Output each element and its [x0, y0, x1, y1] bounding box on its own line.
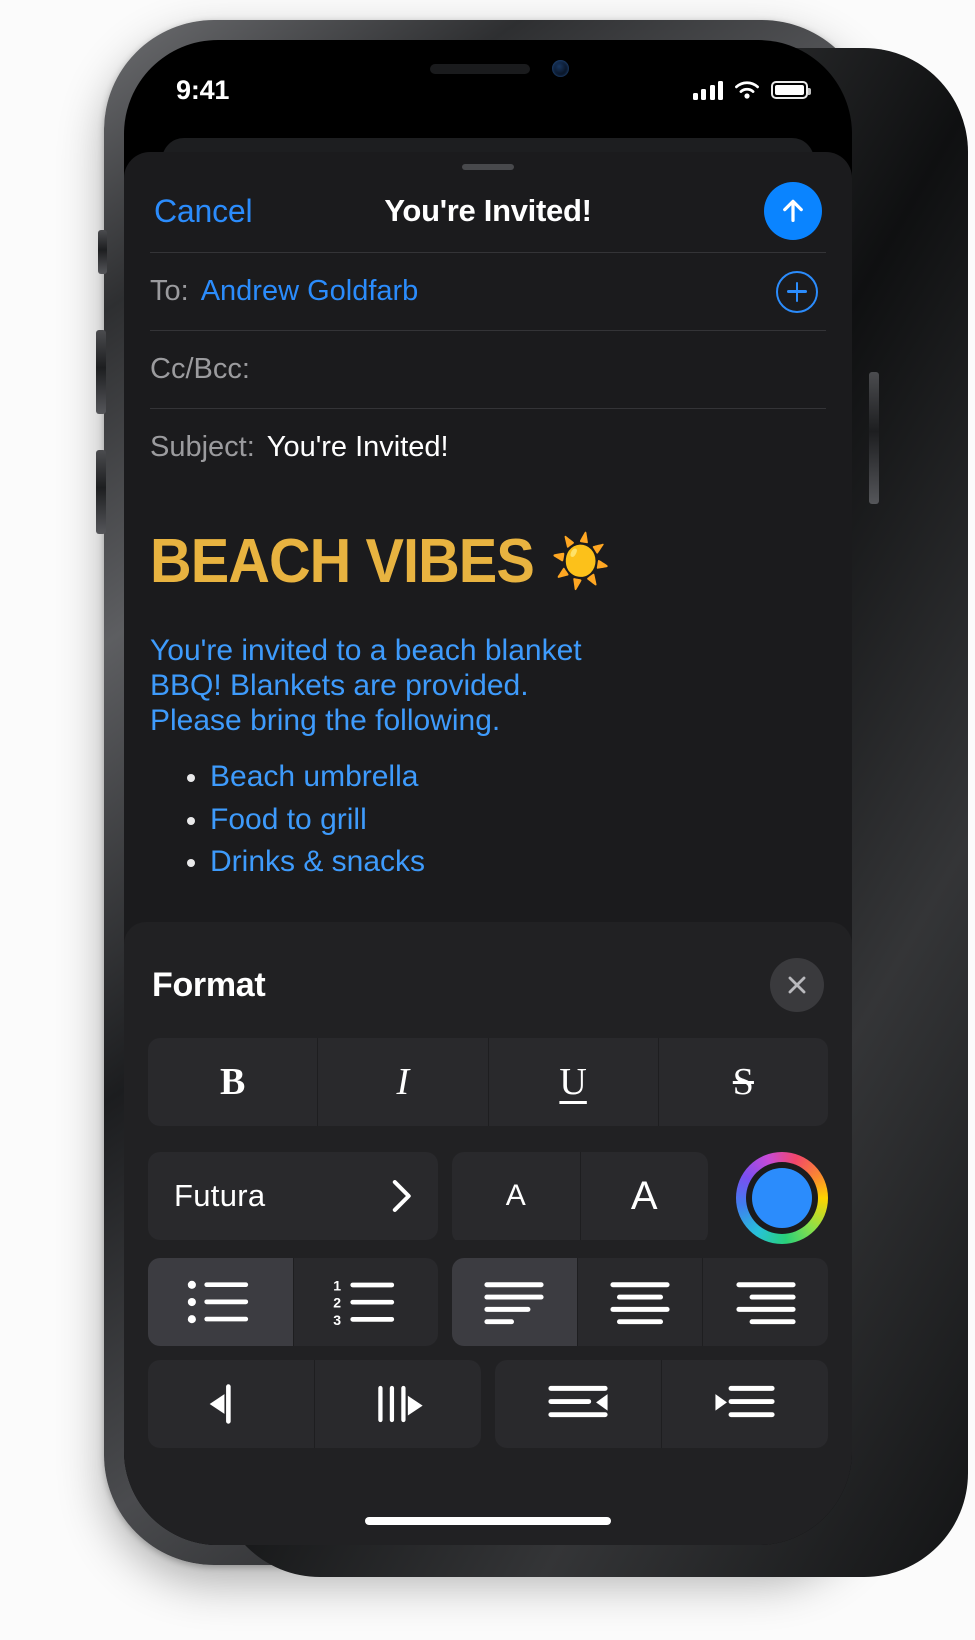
list-item: Drinks & snacks	[210, 845, 826, 880]
cc-bcc-label: Cc/Bcc:	[150, 353, 250, 385]
header-fields: To: Andrew Goldfarb Cc/Bcc: Subject: You…	[124, 252, 852, 486]
mail-body[interactable]: BEACH VIBES ☀️ You're invited to a beach…	[124, 486, 852, 880]
indent-segment	[495, 1360, 828, 1448]
body-paragraph: You're invited to a beach blanket BBQ! B…	[150, 634, 582, 738]
increase-font-size-button[interactable]: A	[579, 1152, 708, 1240]
home-indicator[interactable]	[365, 1517, 611, 1525]
subject-field-row[interactable]: Subject: You're Invited!	[150, 408, 826, 486]
writing-direction-button[interactable]	[314, 1360, 481, 1448]
power-button[interactable]	[869, 372, 879, 504]
align-left-button[interactable]	[452, 1258, 577, 1346]
color-wheel-icon[interactable]	[736, 1152, 828, 1244]
small-a-icon: A	[505, 1179, 526, 1212]
increase-indent-icon	[715, 1385, 775, 1418]
list-and-align-row: 1 2 3	[148, 1258, 828, 1346]
indent-row	[148, 1360, 828, 1448]
align-center-icon	[610, 1282, 670, 1325]
writing-direction-icon	[378, 1385, 423, 1423]
to-field-row[interactable]: To: Andrew Goldfarb	[150, 252, 826, 330]
bold-icon: B	[219, 1061, 246, 1103]
subject-value[interactable]: You're Invited!	[267, 431, 449, 464]
underline-icon: U	[559, 1061, 587, 1103]
compose-sheet: Cancel You're Invited! To: Andrew Goldfa…	[124, 152, 852, 1545]
outdent-segment	[148, 1360, 481, 1448]
font-name-label: Futura	[174, 1178, 266, 1213]
status-time: 9:41	[176, 74, 230, 105]
body-headline: BEACH VIBES ☀️	[150, 526, 779, 597]
send-button[interactable]	[764, 182, 822, 240]
bulleted-list-icon	[188, 1280, 249, 1324]
list-item: Beach umbrella	[210, 760, 826, 795]
cancel-button[interactable]: Cancel	[154, 193, 253, 230]
decrease-indent-icon	[548, 1385, 608, 1418]
bulleted-list-button[interactable]	[148, 1258, 293, 1346]
volume-up-button[interactable]	[96, 330, 106, 414]
align-center-button[interactable]	[576, 1258, 703, 1346]
selected-color-swatch	[752, 1168, 812, 1228]
close-x-icon	[788, 976, 806, 994]
text-style-segment: B I U S	[148, 1038, 828, 1126]
send-arrow-up-icon	[783, 199, 803, 222]
phone-screen: 9:41 Cancel You're Invited! To: Andrew G…	[124, 40, 852, 1545]
notch	[338, 40, 638, 108]
bold-button[interactable]: B	[148, 1038, 318, 1126]
align-segment	[452, 1258, 828, 1346]
italic-icon: I	[396, 1061, 410, 1103]
increase-indent-button[interactable]	[661, 1360, 828, 1448]
large-a-icon: A	[630, 1173, 658, 1218]
decrease-indent-button[interactable]	[495, 1360, 661, 1448]
text-style-row: B I U S	[148, 1038, 828, 1126]
format-panel-title: Format	[152, 965, 266, 1004]
silent-switch[interactable]	[98, 230, 107, 274]
strikethrough-icon: S	[732, 1061, 754, 1103]
add-contact-plus-icon[interactable]	[776, 270, 818, 313]
italic-button[interactable]: I	[317, 1038, 488, 1126]
body-bulleted-list: Beach umbrella Food to grill Drinks & sn…	[150, 760, 826, 880]
align-right-button[interactable]	[702, 1258, 828, 1346]
front-camera	[552, 60, 569, 77]
to-recipient[interactable]: Andrew Goldfarb	[201, 275, 419, 308]
cc-bcc-field-row[interactable]: Cc/Bcc:	[150, 330, 826, 408]
list-item: Food to grill	[210, 803, 826, 838]
font-size-segment: A A	[452, 1152, 708, 1244]
format-panel-header: Format	[148, 922, 828, 1012]
svg-text:2: 2	[333, 1295, 341, 1311]
status-icons	[692, 80, 811, 101]
headline-text: BEACH VIBES	[150, 527, 535, 596]
font-picker-button[interactable]: Futura	[148, 1152, 438, 1240]
strikethrough-button[interactable]: S	[657, 1038, 828, 1126]
wifi-icon	[735, 80, 759, 99]
underline-button[interactable]: U	[487, 1038, 658, 1126]
align-left-icon	[484, 1282, 544, 1325]
close-format-panel-button[interactable]	[770, 958, 824, 1012]
font-row: Futura A A	[148, 1152, 828, 1244]
sun-emoji-icon: ☀️	[550, 532, 611, 591]
format-panel: Format B I U S Futura A A 1 2 3	[124, 922, 852, 1545]
list-style-segment: 1 2 3	[148, 1258, 438, 1346]
compose-navbar: Cancel You're Invited!	[124, 170, 852, 252]
numbered-list-button[interactable]: 1 2 3	[292, 1258, 438, 1346]
screenshot-root: 9:41 Cancel You're Invited! To: Andrew G…	[0, 0, 975, 1640]
align-right-icon	[736, 1282, 796, 1325]
outdent-button[interactable]	[148, 1360, 314, 1448]
decrease-font-size-button[interactable]: A	[452, 1152, 580, 1240]
to-label: To:	[150, 275, 189, 307]
svg-text:1: 1	[333, 1277, 341, 1293]
decrease-indent-bar-icon	[209, 1384, 231, 1424]
numbered-list-icon: 1 2 3	[333, 1277, 394, 1328]
chevron-right-icon	[392, 1180, 411, 1212]
subject-label: Subject:	[150, 431, 255, 463]
svg-text:3: 3	[333, 1312, 341, 1328]
color-wheel-inner	[746, 1162, 818, 1234]
volume-down-button[interactable]	[96, 450, 106, 534]
battery-icon	[771, 81, 811, 99]
cellular-bars-icon	[692, 80, 723, 100]
earpiece-speaker	[430, 64, 530, 74]
